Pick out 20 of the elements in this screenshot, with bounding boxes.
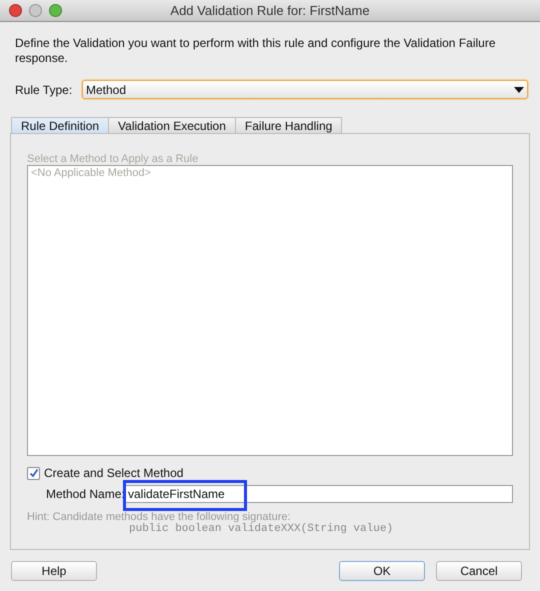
zoom-button[interactable] bbox=[49, 4, 62, 17]
caret-icon bbox=[514, 86, 524, 92]
method-list-label: Select a Method to Apply as a Rule bbox=[27, 153, 200, 165]
create-method-label: Create and Select Method bbox=[44, 465, 184, 482]
checkbox[interactable] bbox=[27, 466, 40, 480]
description-text: Define the Validation you want to perform with this rule and configure the Validation Failure response. bbox=[15, 36, 496, 66]
method-signature: public boolean validateXXX(String value) bbox=[129, 523, 394, 536]
dialog-button[interactable]: Cancel bbox=[436, 561, 522, 581]
tab[interactable]: Failure Handling bbox=[234, 117, 342, 133]
tab[interactable]: Validation Execution bbox=[108, 117, 236, 133]
hint-text: Hint: Candidate methods have the following signature: bbox=[27, 511, 292, 523]
dialog-button[interactable]: Help bbox=[11, 561, 97, 581]
close-button[interactable] bbox=[9, 4, 22, 17]
method-name-label: Method Name: bbox=[46, 486, 125, 503]
rule-type-label: Rule Type: bbox=[15, 82, 74, 98]
tab[interactable]: Rule Definition bbox=[11, 117, 110, 133]
rule-type-dropdown[interactable]: Method bbox=[82, 80, 528, 99]
window-title: Add Validation Rule for: FirstName bbox=[170, 2, 370, 20]
dialog-button[interactable]: OK bbox=[339, 561, 425, 581]
method-name-field[interactable]: validateFirstName bbox=[125, 485, 513, 503]
